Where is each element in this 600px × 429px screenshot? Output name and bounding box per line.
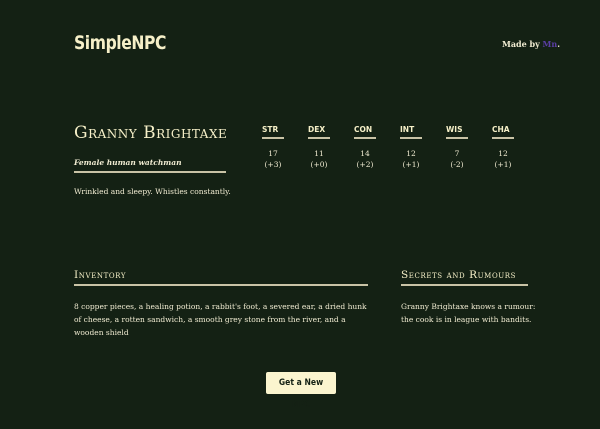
stat-modifier: (+0) (310, 160, 328, 169)
stat-int: INT 12 (+1) (388, 117, 434, 170)
stat-score: 7 (454, 149, 460, 158)
stat-label: WIS (446, 125, 468, 139)
stat-score: 12 (498, 149, 508, 158)
app-logo[interactable]: SimpleNPC (74, 32, 166, 54)
stat-label: CON (354, 125, 376, 139)
npc-description: Female human watchman (74, 158, 182, 167)
stat-score: 14 (360, 149, 370, 158)
secrets-text: Granny Brightaxe knows a rumour: the coo… (401, 302, 536, 324)
stat-label: DEX (308, 125, 330, 139)
new-npc-button-label: Get a New NPC (278, 378, 324, 410)
stat-wis: WIS 7 (-2) (434, 117, 480, 170)
author-link[interactable]: Mn (543, 39, 558, 49)
stat-modifier: (+3) (264, 160, 282, 169)
npc-name: Granny Brightaxe (74, 123, 228, 143)
secrets-heading: Secrets and Rumours (401, 269, 528, 286)
stat-score: 12 (406, 149, 416, 158)
stat-dex: DEX 11 (+0) (296, 117, 342, 170)
new-npc-button[interactable]: Get a New NPC (266, 372, 336, 410)
name-divider (74, 171, 226, 173)
stat-label: CHA (492, 125, 514, 139)
inventory-heading: Inventory (74, 269, 368, 286)
made-by-credit: Made by Mn. (502, 39, 560, 49)
stat-label: STR (262, 125, 284, 139)
stat-modifier: (+1) (402, 160, 420, 169)
stat-block: STR 17 (+3) DEX 11 (+0) CON 14 (+2) INT … (250, 117, 526, 170)
stat-score: 11 (314, 149, 324, 158)
stat-con: CON 14 (+2) (342, 117, 388, 170)
stat-cha: CHA 12 (+1) (480, 117, 526, 170)
stat-score: 17 (268, 149, 278, 158)
made-by-suffix: . (557, 39, 560, 49)
stat-modifier: (+2) (356, 160, 374, 169)
stat-label: INT (400, 125, 422, 139)
made-by-label: Made by (501, 39, 540, 49)
npc-personality: Wrinkled and sleepy. Whistles constantly… (74, 187, 231, 196)
stat-modifier: (-2) (450, 160, 464, 169)
stat-str: STR 17 (+3) (250, 117, 296, 170)
stat-modifier: (+1) (494, 160, 512, 169)
inventory-text: 8 copper pieces, a healing potion, a rab… (74, 302, 367, 337)
